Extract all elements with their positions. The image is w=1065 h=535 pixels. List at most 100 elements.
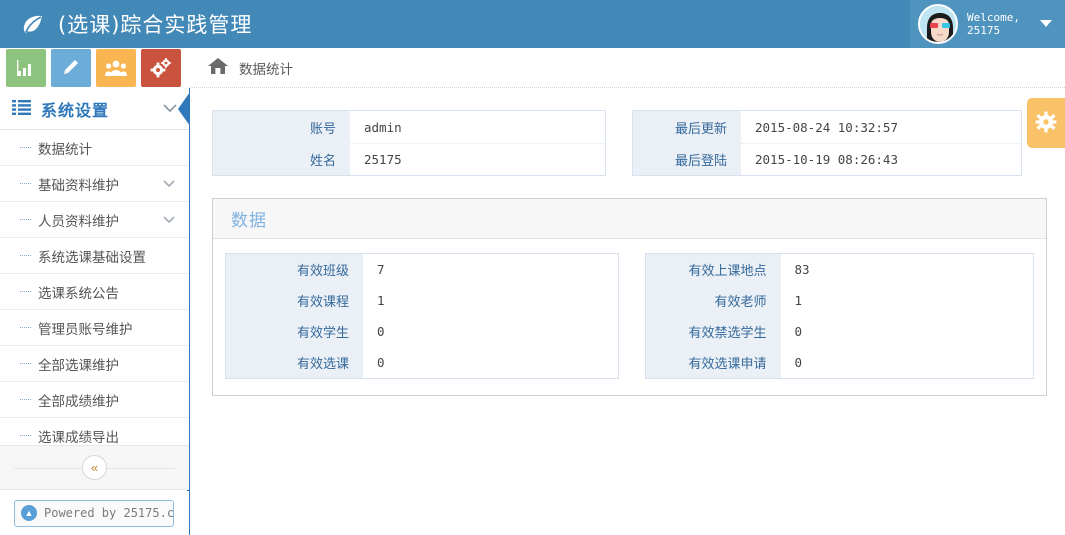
list-icon (12, 99, 31, 118)
field-value: 25175 (350, 143, 605, 175)
field-value: 1 (363, 285, 618, 316)
table-row: 有效学生 0 (226, 316, 618, 347)
welcome-text: Welcome, 25175 (967, 11, 1020, 37)
table-row: 有效课程 1 (226, 285, 618, 316)
quick-tiles (0, 48, 190, 88)
table-row: 有效班级 7 (226, 254, 618, 285)
table-row: 有效选课 0 (226, 347, 618, 378)
tree-branch-icon (20, 183, 31, 184)
table-row: 姓名 25175 (213, 143, 605, 175)
tree-branch-icon (20, 291, 31, 292)
tree-branch-icon (20, 399, 31, 400)
sidebar-item-label: 全部成绩维护 (38, 393, 119, 410)
field-value: 0 (363, 316, 618, 347)
users-icon (105, 59, 127, 77)
field-value: 2015-08-24 10:32:57 (741, 111, 1021, 143)
field-label: 有效课程 (226, 285, 363, 316)
sidebar-item-all-course-selection[interactable]: 全部选课维护 (0, 346, 189, 382)
main-content: 数据统计 账号 admin 姓名 25175 最后更新 2015-08-24 1… (190, 48, 1065, 535)
table-row: 有效老师 1 (645, 285, 1033, 316)
field-value: 0 (363, 347, 618, 378)
chevron-down-icon[interactable] (163, 176, 175, 191)
sidebar-item-course-base-settings[interactable]: 系统选课基础设置 (0, 238, 189, 274)
sidebar-collapse-bar: « (0, 445, 189, 490)
tree-branch-icon (20, 327, 31, 328)
home-icon[interactable] (208, 57, 228, 78)
data-panel-body: 有效班级 7 有效课程 1 有效学生 0 有效选课 0 有效上课地点 83 有效… (213, 239, 1046, 395)
sidebar-item-label: 系统选课基础设置 (38, 249, 146, 266)
field-value: admin (350, 111, 605, 143)
sidebar-footer: ▲ Powered by 25175.co (0, 491, 189, 535)
table-row: 最后更新 2015-08-24 10:32:57 (633, 111, 1021, 143)
sidebar-item-personnel-data[interactable]: 人员资料维护 (0, 202, 189, 238)
welcome-line2: 25175 (967, 24, 1001, 37)
sidebar-item-label: 管理员账号维护 (38, 321, 133, 338)
user-menu[interactable]: Welcome, 25175 (910, 0, 1065, 48)
collapse-sidebar-icon[interactable]: « (82, 455, 107, 480)
app-window: (选课)踪合实践管理 Welcome, 25175 系统设置 数据统计 基础资料… (0, 0, 1065, 535)
top-header: (选课)踪合实践管理 Welcome, 25175 (0, 0, 1065, 48)
stats-tile[interactable] (6, 49, 46, 87)
users-tile[interactable] (96, 49, 136, 87)
data-table-right: 有效上课地点 83 有效老师 1 有效禁选学生 0 有效选课申请 0 (644, 253, 1034, 379)
sidebar-item-basic-data[interactable]: 基础资料维护 (0, 166, 189, 202)
brand-title: (选课)踪合实践管理 (58, 13, 253, 37)
field-label: 有效选课申请 (645, 347, 781, 378)
field-label: 有效选课 (226, 347, 363, 378)
field-label: 有效学生 (226, 316, 363, 347)
sidebar-menu: 数据统计 基础资料维护 人员资料维护 系统选课基础设置 选课系统公告 管理员账号… (0, 130, 189, 475)
data-panel-title: 数据 (231, 211, 267, 231)
gears-icon (150, 58, 172, 78)
powered-by-label: Powered by 25175.co (44, 506, 174, 520)
sidebar-item-admin-account[interactable]: 管理员账号维护 (0, 310, 189, 346)
field-label: 姓名 (213, 143, 350, 175)
tree-branch-icon (20, 219, 31, 220)
sidebar-item-label: 数据统计 (38, 141, 92, 158)
bar-chart-icon (16, 59, 36, 77)
sidebar-item-label: 基础资料维护 (38, 177, 119, 194)
pencil-icon (61, 58, 81, 78)
chevron-down-icon[interactable] (163, 101, 177, 116)
data-panel-header: 数据 (213, 199, 1046, 239)
field-value: 0 (780, 316, 1033, 347)
chevron-down-icon[interactable] (1040, 20, 1052, 27)
sidebar-item-all-grades[interactable]: 全部成绩维护 (0, 382, 189, 418)
sidebar-header[interactable]: 系统设置 (0, 88, 190, 130)
breadcrumb: 数据统计 (190, 48, 1065, 88)
sidebar: 系统设置 数据统计 基础资料维护 人员资料维护 系统选课基础设置 选课系统公告 … (0, 88, 190, 535)
edit-tile[interactable] (51, 49, 91, 87)
breadcrumb-label: 数据统计 (239, 61, 293, 78)
tree-branch-icon (20, 147, 31, 148)
info-row: 账号 admin 姓名 25175 最后更新 2015-08-24 10:32:… (212, 110, 1047, 176)
table-row: 有效选课申请 0 (645, 347, 1033, 378)
data-table-left: 有效班级 7 有效课程 1 有效学生 0 有效选课 0 (225, 253, 619, 379)
field-value: 1 (780, 285, 1033, 316)
sidebar-item-course-announcement[interactable]: 选课系统公告 (0, 274, 189, 310)
field-value: 83 (780, 254, 1033, 285)
field-label: 有效班级 (226, 254, 363, 285)
sidebar-item-label: 人员资料维护 (38, 213, 119, 230)
chevron-down-icon[interactable] (163, 212, 175, 227)
sidebar-item-label: 选课系统公告 (38, 285, 119, 302)
field-label: 有效老师 (645, 285, 781, 316)
field-label: 有效禁选学生 (645, 316, 781, 347)
leaf-icon (20, 11, 46, 37)
avatar (918, 4, 958, 44)
settings-tile[interactable] (141, 49, 181, 87)
brand[interactable]: (选课)踪合实践管理 (0, 9, 252, 39)
field-label: 最后更新 (633, 111, 741, 143)
field-value: 0 (780, 347, 1033, 378)
sidebar-header-label: 系统设置 (41, 100, 110, 120)
welcome-line1: Welcome, (967, 11, 1020, 24)
tree-branch-icon (20, 255, 31, 256)
field-value: 2015-10-19 08:26:43 (741, 143, 1021, 175)
tree-branch-icon (20, 435, 31, 436)
tree-branch-icon (20, 363, 31, 364)
account-panel: 账号 admin 姓名 25175 (212, 110, 606, 176)
table-row: 有效禁选学生 0 (645, 316, 1033, 347)
powered-by-box[interactable]: ▲ Powered by 25175.co (14, 499, 174, 527)
sidebar-item-data-statistics[interactable]: 数据统计 (0, 130, 189, 166)
data-panel: 数据 有效班级 7 有效课程 1 有效学生 0 有效选课 0 有效上课地点 83… (212, 198, 1047, 396)
table-row: 有效上课地点 83 (645, 254, 1033, 285)
login-panel: 最后更新 2015-08-24 10:32:57 最后登陆 2015-10-19… (632, 110, 1022, 176)
